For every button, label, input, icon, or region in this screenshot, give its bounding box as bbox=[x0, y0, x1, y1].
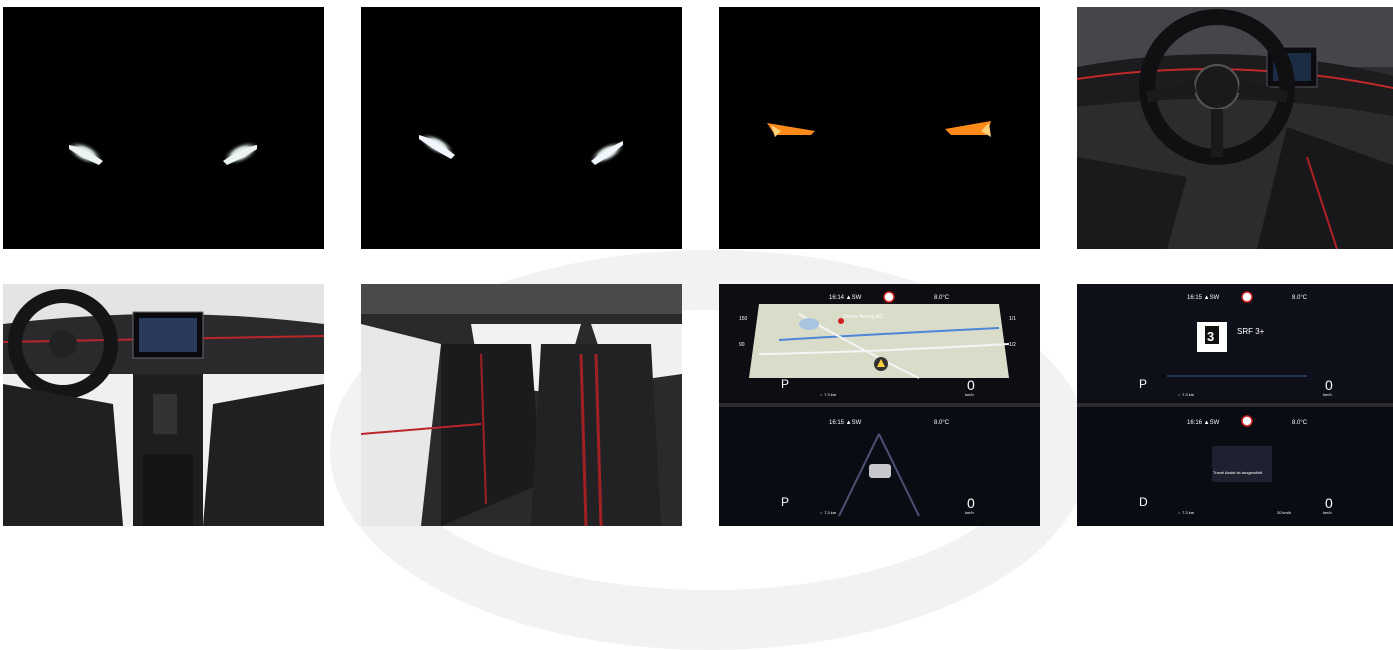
dashboard-image bbox=[3, 284, 324, 526]
nav-range-bottom: ⇔ 7.3 km bbox=[819, 510, 837, 515]
orange-lights-image bbox=[719, 7, 1040, 249]
map-label: Skoda Herzog AG bbox=[843, 314, 883, 320]
nav-speed-bottom: 0 bbox=[967, 495, 975, 511]
nav-status-bottom: 16:15 ▲SW bbox=[829, 420, 862, 426]
radio-temp-bottom: 8.0°C bbox=[1292, 420, 1308, 426]
radio-speed-top: 0 bbox=[1325, 377, 1333, 393]
cluster-nav-image: Skoda Herzog AG 16:14 ▲SW 80 8.0°C 150 9… bbox=[719, 284, 1040, 526]
radio-message: Travel Assist ist ausgewählt bbox=[1213, 470, 1263, 475]
radio-range-right: 20 km/h bbox=[1277, 510, 1291, 515]
nav-scale-right-mid: 1/2 bbox=[1009, 342, 1016, 348]
radio-status-top: 16:15 ▲SW bbox=[1187, 295, 1220, 301]
nav-temp-bottom: 8.0°C bbox=[934, 420, 950, 426]
photo-cockpit-steering-wheel[interactable] bbox=[1077, 7, 1393, 249]
nav-range-top: ⇔ 7.3 km bbox=[819, 392, 837, 397]
photo-cluster-navigation[interactable]: Skoda Herzog AG 16:14 ▲SW 80 8.0°C 150 9… bbox=[719, 284, 1040, 526]
photo-rear-seats[interactable] bbox=[361, 284, 682, 526]
nav-speed-unit-bottom: km/h bbox=[965, 510, 974, 515]
photo-cluster-radio[interactable]: 16:15 ▲SW 8.0°C 3 RADIO SRF SRF 3+ P 0 k… bbox=[1077, 284, 1393, 526]
photo-headlights-white[interactable] bbox=[3, 7, 324, 249]
radio-station: SRF 3+ bbox=[1237, 327, 1265, 336]
radio-logo-small: RADIO SRF bbox=[1200, 347, 1217, 351]
headlights-angle-image bbox=[361, 7, 682, 249]
nav-status-top: 16:14 ▲SW bbox=[829, 295, 862, 301]
nav-speed-top: 0 bbox=[967, 377, 975, 393]
radio-gear-bottom: D bbox=[1139, 495, 1148, 509]
radio-gear-top: P bbox=[1139, 377, 1147, 391]
nav-scale-right-top: 1/1 bbox=[1009, 316, 1016, 322]
nav-scale-top: 150 bbox=[739, 316, 748, 322]
photo-interior-dashboard[interactable] bbox=[3, 284, 324, 526]
radio-logo-big: 3 bbox=[1207, 329, 1214, 344]
headlights-image bbox=[3, 7, 324, 249]
cockpit-image bbox=[1077, 7, 1393, 249]
nav-gear-top: P bbox=[781, 377, 789, 391]
photo-headlights-white-angle[interactable] bbox=[361, 7, 682, 249]
radio-speed-bottom: 0 bbox=[1325, 495, 1333, 511]
nav-scale-mid: 90 bbox=[739, 342, 745, 348]
radio-status-bottom: 16:16 ▲SW bbox=[1187, 420, 1220, 426]
radio-speed-unit-top: km/h bbox=[1323, 392, 1332, 397]
photo-rear-lights-orange[interactable] bbox=[719, 7, 1040, 249]
nav-gear-bottom: P bbox=[781, 495, 789, 509]
nav-speed-unit-top: km/h bbox=[965, 392, 974, 397]
radio-range-bottom: ⇔ 7.3 km bbox=[1177, 510, 1195, 515]
cluster-radio-image: 16:15 ▲SW 8.0°C 3 RADIO SRF SRF 3+ P 0 k… bbox=[1077, 284, 1393, 526]
nav-temp-top: 8.0°C bbox=[934, 295, 950, 301]
nav-limit: 80 bbox=[885, 295, 891, 301]
radio-range-top: ⇔ 7.3 km bbox=[1177, 392, 1195, 397]
radio-temp-top: 8.0°C bbox=[1292, 295, 1308, 301]
seats-image bbox=[361, 284, 682, 526]
radio-speed-unit-bottom: km/h bbox=[1323, 510, 1332, 515]
